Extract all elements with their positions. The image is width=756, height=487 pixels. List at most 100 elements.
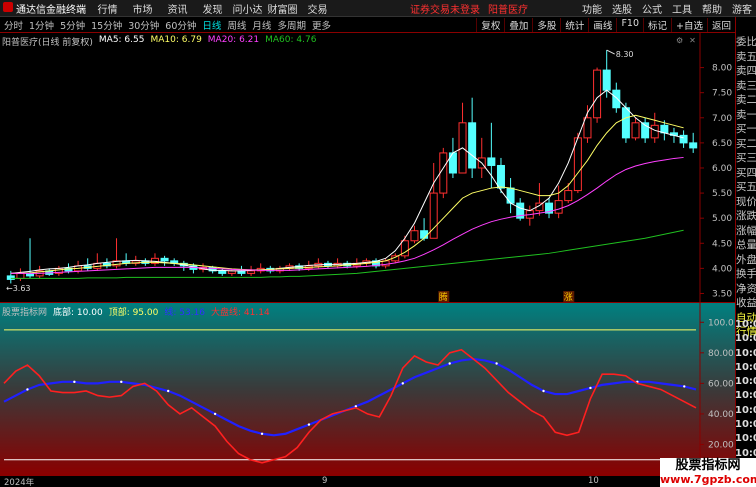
menu-item-function[interactable]: 功能	[582, 1, 602, 16]
quote-field-label: 卖一	[736, 108, 756, 121]
period-tab[interactable]: 1分钟	[29, 18, 54, 32]
period-tab[interactable]: 5分钟	[60, 18, 85, 32]
price-tick-label: 6.50	[712, 139, 732, 149]
candle-body	[564, 190, 573, 202]
tick-time: 10:00	[735, 419, 756, 431]
indicator-bottom-value: 底部: 10.00	[53, 308, 103, 318]
quote-field-label: 买二	[736, 137, 756, 150]
tool-button[interactable]: 画线	[588, 17, 616, 32]
indicator-dot	[448, 362, 451, 365]
menu-item-tools[interactable]: 工具	[672, 1, 692, 16]
tick-time: 10:00	[735, 433, 756, 445]
tool-button[interactable]: 复权	[476, 17, 504, 32]
quote-field-label: 现价	[736, 195, 756, 208]
tick-time: 10:00	[735, 404, 756, 416]
menu-item-formula[interactable]: 公式	[642, 1, 662, 16]
indicator-dot	[120, 380, 123, 384]
high-marker-line	[606, 49, 615, 55]
date-label-year: 2024年	[4, 478, 35, 487]
tool-button[interactable]: 返回	[706, 17, 735, 32]
candle-body	[487, 157, 496, 166]
tick-time: 10:00	[735, 333, 756, 345]
menu-item-wealth[interactable]: 财富圈	[265, 1, 300, 16]
menu-item-market[interactable]: 市场	[125, 1, 160, 16]
tool-button[interactable]: +自选	[671, 17, 707, 32]
menu-item-quotes[interactable]: 行情	[90, 1, 125, 16]
tick-time: 10:00	[735, 319, 756, 330]
indicator-title: 股票指标网	[2, 308, 48, 318]
price-tick-label: 7.50	[712, 89, 732, 99]
main-menu: 行情 市场 资讯 发现 问小达 财富圈 交易	[90, 1, 335, 16]
ma20-value: MA20: 6.21	[207, 35, 260, 45]
menu-item-help[interactable]: 帮助	[702, 1, 722, 16]
menu-item-stock-select[interactable]: 选股	[612, 1, 632, 16]
indicator-top-value: 顶部: 95.00	[108, 308, 159, 318]
period-tab[interactable]: 30分钟	[128, 18, 159, 32]
price-tick-label: 5.50	[712, 189, 732, 199]
menu-item-trade[interactable]: 交易	[300, 1, 335, 16]
kline-chart[interactable]: 8.00 7.50 7.00 6.50 6.00 5.50 5.00 4.50 4.00 3.50…	[0, 33, 735, 303]
period-tab[interactable]: 日线	[202, 18, 221, 32]
candle-body	[16, 272, 25, 279]
period-tab[interactable]: 周线	[227, 18, 246, 32]
quote-field-label: 买一	[736, 123, 756, 135]
period-tab[interactable]: 15分钟	[91, 18, 122, 32]
quote-field-label: 买三	[736, 152, 756, 164]
menu-item-discover[interactable]: 发现	[195, 1, 230, 16]
indicator-dot	[589, 386, 592, 390]
indicator-market-value: 大盘线: 41.14	[211, 308, 270, 318]
kline-header: 阳普医疗(日线 前复权) MA5: 6.55 MA10: 6.79 MA20: …	[2, 35, 316, 48]
ma-line-ma60	[10, 229, 684, 279]
indicator-dot	[167, 389, 170, 393]
indicator-dot	[401, 382, 404, 385]
date-label-sep: 9	[322, 476, 328, 486]
tool-button[interactable]: F10	[616, 17, 643, 32]
tick-time-list: 10:00 10:00 10:00 10:00 10:00 10:00 10:00 10:00…	[735, 318, 756, 461]
candle-body	[689, 142, 698, 149]
period-tab[interactable]: 多周期	[277, 18, 306, 32]
close-icon[interactable]: ✕	[689, 36, 696, 45]
period-tab[interactable]: 60分钟	[165, 18, 196, 32]
settings-icon[interactable]: ⚙	[676, 36, 683, 45]
tool-button[interactable]: 多股	[532, 17, 560, 32]
period-tab[interactable]: 月线	[252, 18, 271, 32]
menu-item-news[interactable]: 资讯	[160, 1, 195, 16]
period-tab[interactable]: 更多	[312, 18, 331, 32]
quote-field-label: 总量	[736, 239, 756, 251]
tool-button[interactable]: 标记	[643, 17, 671, 32]
tool-button[interactable]: 叠加	[504, 17, 532, 32]
ma-line-ma10	[10, 114, 684, 274]
quote-field-label: 卖四	[736, 65, 756, 77]
candle-body	[496, 164, 505, 189]
candle-body	[218, 270, 227, 274]
menu-item-guest[interactable]: 游客	[732, 1, 752, 16]
period-tab[interactable]: 分时	[4, 18, 23, 32]
kline-title: 阳普医疗(日线 前复权)	[2, 38, 93, 48]
candle-body	[612, 89, 621, 109]
price-tick-label: 8.00	[712, 64, 732, 74]
indicator-chart[interactable]: 100.0 80.00 60.00 40.00 20.00	[0, 303, 735, 475]
watermark-title: 股票指标网	[675, 458, 741, 473]
quote-field-label: 委比	[736, 36, 756, 48]
high-price-label: 8.30	[616, 50, 634, 59]
indicator-tick-label: 40.00	[708, 410, 734, 420]
low-price-label: ←3.63	[6, 284, 31, 293]
login-status[interactable]: 证券交易未登录	[410, 1, 480, 16]
period-toolbar: 分时 1分钟 5分钟 15分钟 30分钟 60分钟 日线 周线 月线 多周期 更多 复权 叠加 多股 统计…	[0, 17, 735, 33]
ma10-value: MA10: 6.79	[150, 35, 202, 45]
candle-body	[621, 107, 630, 139]
indicator-dot	[495, 362, 498, 365]
price-tick-label: 4.50	[712, 239, 732, 249]
price-tick-label: 5.00	[712, 214, 732, 224]
ma5-value: MA5: 6.55	[98, 35, 145, 45]
candle-body	[420, 230, 429, 239]
watermark: 股票指标网 www.7gpzb.com	[660, 458, 756, 487]
menu-item-ask[interactable]: 问小达	[230, 1, 265, 16]
period-tabs: 分时 1分钟 5分钟 15分钟 30分钟 60分钟 日线 周线 月线 多周期 更多	[0, 18, 337, 32]
indicator-dot	[307, 423, 311, 426]
quote-field-label: 收益	[736, 297, 756, 309]
quote-field-label: 外盘	[736, 253, 756, 266]
tool-button[interactable]: 统计	[560, 17, 588, 32]
tick-time: 10:00	[735, 347, 756, 359]
indicator-tick-label: 60.00	[708, 379, 734, 389]
